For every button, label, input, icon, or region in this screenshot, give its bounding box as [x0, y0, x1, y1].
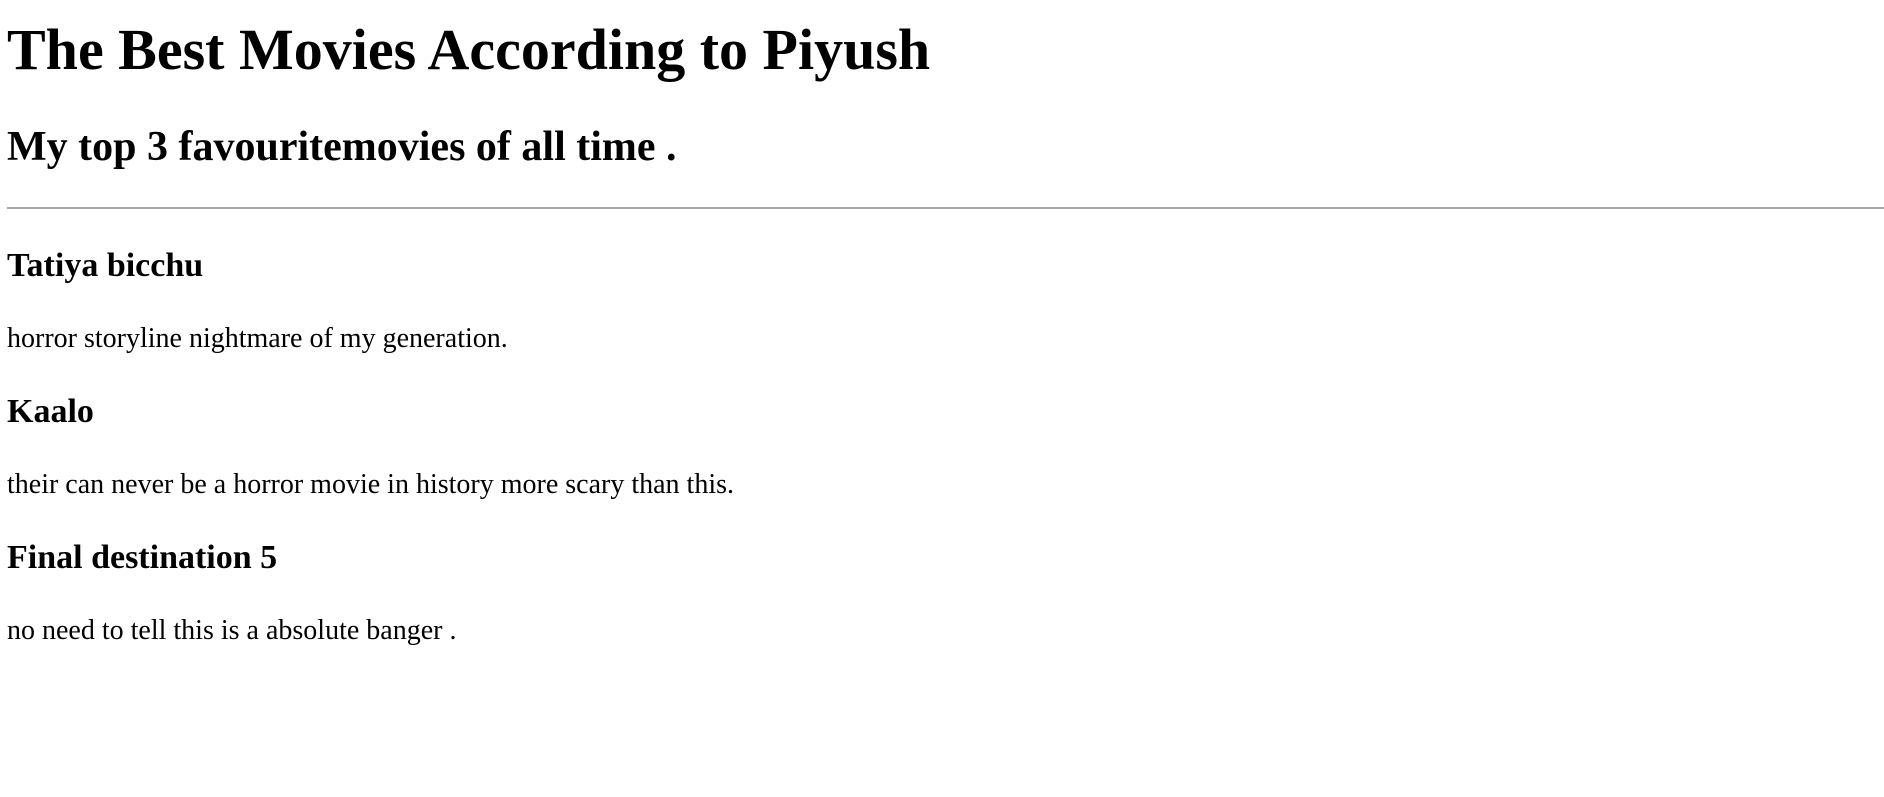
divider: [7, 207, 1884, 209]
movie-title: Kaalo: [7, 393, 94, 430]
page-title: The Best Movies According to Piyush: [7, 17, 931, 82]
page-subtitle: My top 3 favouritemovies of all time .: [7, 124, 677, 170]
page-header: The Best Movies According to Piyush: [7, 8, 930, 82]
movie-description: horror storyline nightmare of my generat…: [7, 323, 508, 354]
movie-description: their can never be a horror movie in his…: [7, 469, 734, 500]
movie-title: Tatiya bicchu: [7, 247, 204, 284]
movie-title: Final destination 5: [7, 539, 278, 576]
movie-description: no need to tell this is a absolute bange…: [7, 615, 457, 646]
